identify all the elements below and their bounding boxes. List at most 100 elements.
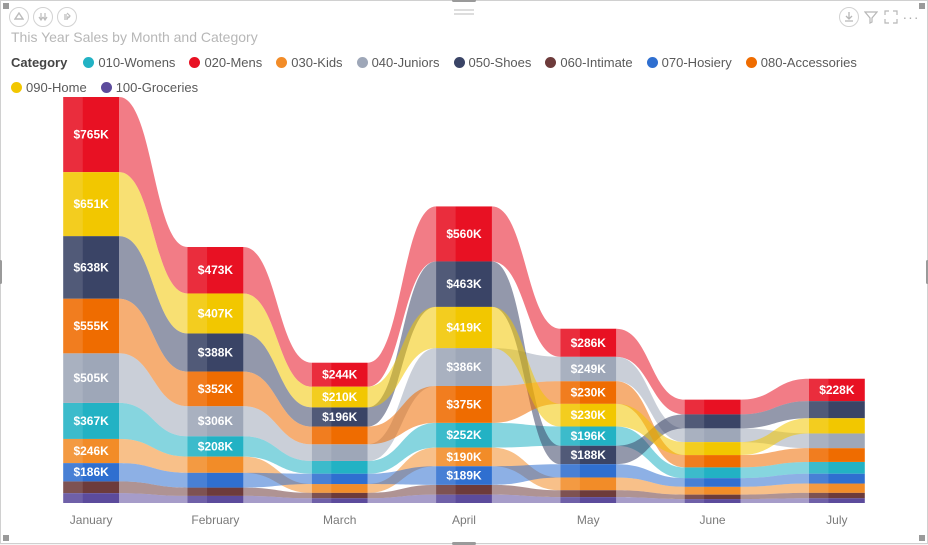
bar-segment-highlight <box>809 484 829 493</box>
legend-label: 090-Home <box>26 80 87 95</box>
bar-segment-highlight <box>560 464 580 477</box>
export-data-button[interactable] <box>839 7 859 27</box>
plot-area[interactable]: $765K$651K$638K$555K$505K$367K$246K$186K… <box>29 97 899 503</box>
legend-swatch <box>11 82 22 93</box>
visual-header-toolbar: ··· <box>839 7 919 27</box>
bar-segment-highlight <box>809 462 829 474</box>
value-label: $210K <box>322 390 358 404</box>
legend-item[interactable]: 100-Groceries <box>101 80 198 95</box>
legend-title: Category <box>11 55 67 70</box>
value-label: $473K <box>198 263 234 277</box>
bar-segment-highlight <box>685 467 705 478</box>
visual-container: ··· This Year Sales by Month and Categor… <box>0 0 928 544</box>
value-label: $189K <box>446 469 482 483</box>
drag-grip-icon[interactable] <box>454 9 474 15</box>
drill-toolbar <box>9 7 77 27</box>
expand-next-level-button[interactable] <box>57 7 77 27</box>
bar-segment-highlight <box>809 474 829 484</box>
resize-handle[interactable] <box>3 535 9 541</box>
legend-label: 020-Mens <box>204 55 262 70</box>
legend-swatch <box>101 82 112 93</box>
legend-label: 010-Womens <box>98 55 175 70</box>
legend-item[interactable]: 080-Accessories <box>746 55 857 70</box>
bar-segment-highlight <box>809 448 829 462</box>
value-label: $388K <box>198 346 234 360</box>
x-axis-tick: March <box>278 513 402 527</box>
drill-down-all-button[interactable] <box>33 7 53 27</box>
value-label: $252K <box>446 428 482 442</box>
legend-swatch <box>83 57 94 68</box>
bar-segment-highlight <box>685 499 705 503</box>
legend-item[interactable]: 030-Kids <box>276 55 342 70</box>
value-label: $249K <box>571 362 607 376</box>
legend-swatch <box>357 57 368 68</box>
value-label: $190K <box>446 450 482 464</box>
value-label: $186K <box>74 465 110 479</box>
legend-item[interactable]: 070-Hosiery <box>647 55 732 70</box>
bar-segment-highlight <box>312 444 332 461</box>
x-axis-tick: July <box>775 513 899 527</box>
legend-swatch <box>545 57 556 68</box>
legend-label: 040-Juniors <box>372 55 440 70</box>
resize-handle[interactable] <box>919 535 925 541</box>
focus-mode-button[interactable] <box>883 9 899 25</box>
bar-segment-highlight <box>312 498 332 503</box>
value-label: $386K <box>446 360 482 374</box>
x-axis-tick: May <box>526 513 650 527</box>
x-axis-tick: January <box>29 513 153 527</box>
bar-segment-highlight <box>685 442 705 455</box>
value-label: $188K <box>571 448 607 462</box>
legend-swatch <box>189 57 200 68</box>
value-label: $765K <box>74 128 110 142</box>
bar-segment-highlight <box>685 455 705 467</box>
legend: Category 010-Womens 020-Mens 030-Kids 040-J… <box>11 55 917 95</box>
legend-label: 100-Groceries <box>116 80 198 95</box>
value-label: $246K <box>74 444 110 458</box>
bar-segment-highlight <box>685 428 705 442</box>
x-axis-tick: June <box>650 513 774 527</box>
bar-segment-highlight <box>809 493 829 498</box>
legend-item[interactable]: 090-Home <box>11 80 87 95</box>
legend-label: 060-Intimate <box>560 55 632 70</box>
bar-segment-highlight <box>436 495 456 503</box>
value-label: $230K <box>571 408 607 422</box>
bar-segment-highlight <box>809 498 829 503</box>
legend-swatch <box>647 57 658 68</box>
bar-segment-highlight <box>187 496 207 503</box>
legend-item[interactable]: 040-Juniors <box>357 55 440 70</box>
value-label: $286K <box>571 336 607 350</box>
legend-label: 030-Kids <box>291 55 342 70</box>
legend-item[interactable]: 060-Intimate <box>545 55 632 70</box>
more-options-button[interactable]: ··· <box>903 9 919 25</box>
value-label: $367K <box>74 414 110 428</box>
bar-segment-highlight <box>436 485 456 495</box>
legend-label: 080-Accessories <box>761 55 857 70</box>
bar-segment-highlight <box>685 495 705 499</box>
legend-item[interactable]: 050-Shoes <box>454 55 532 70</box>
bar-segment-highlight <box>63 481 83 493</box>
bar-segment-highlight <box>685 487 705 495</box>
bar-segment-highlight <box>63 493 83 503</box>
value-label: $352K <box>198 382 234 396</box>
x-axis-tick: February <box>153 513 277 527</box>
value-label: $419K <box>446 321 482 335</box>
legend-item[interactable]: 010-Womens <box>83 55 175 70</box>
bar-segment-highlight <box>560 477 580 490</box>
drill-up-button[interactable] <box>9 7 29 27</box>
value-label: $375K <box>446 397 482 411</box>
bar-segment-highlight <box>809 401 829 418</box>
filter-icon[interactable] <box>863 9 879 25</box>
value-label: $555K <box>74 319 110 333</box>
legend-swatch <box>454 57 465 68</box>
bar-segment-highlight <box>312 484 332 493</box>
resize-handle[interactable] <box>0 260 2 284</box>
value-label: $208K <box>198 439 234 453</box>
resize-handle[interactable] <box>919 3 925 9</box>
legend-swatch <box>746 57 757 68</box>
value-label: $407K <box>198 306 234 320</box>
resize-handle[interactable] <box>452 0 476 2</box>
bar-segment-highlight <box>809 418 829 433</box>
value-label: $196K <box>322 410 358 424</box>
legend-item[interactable]: 020-Mens <box>189 55 262 70</box>
x-axis-tick: April <box>402 513 526 527</box>
